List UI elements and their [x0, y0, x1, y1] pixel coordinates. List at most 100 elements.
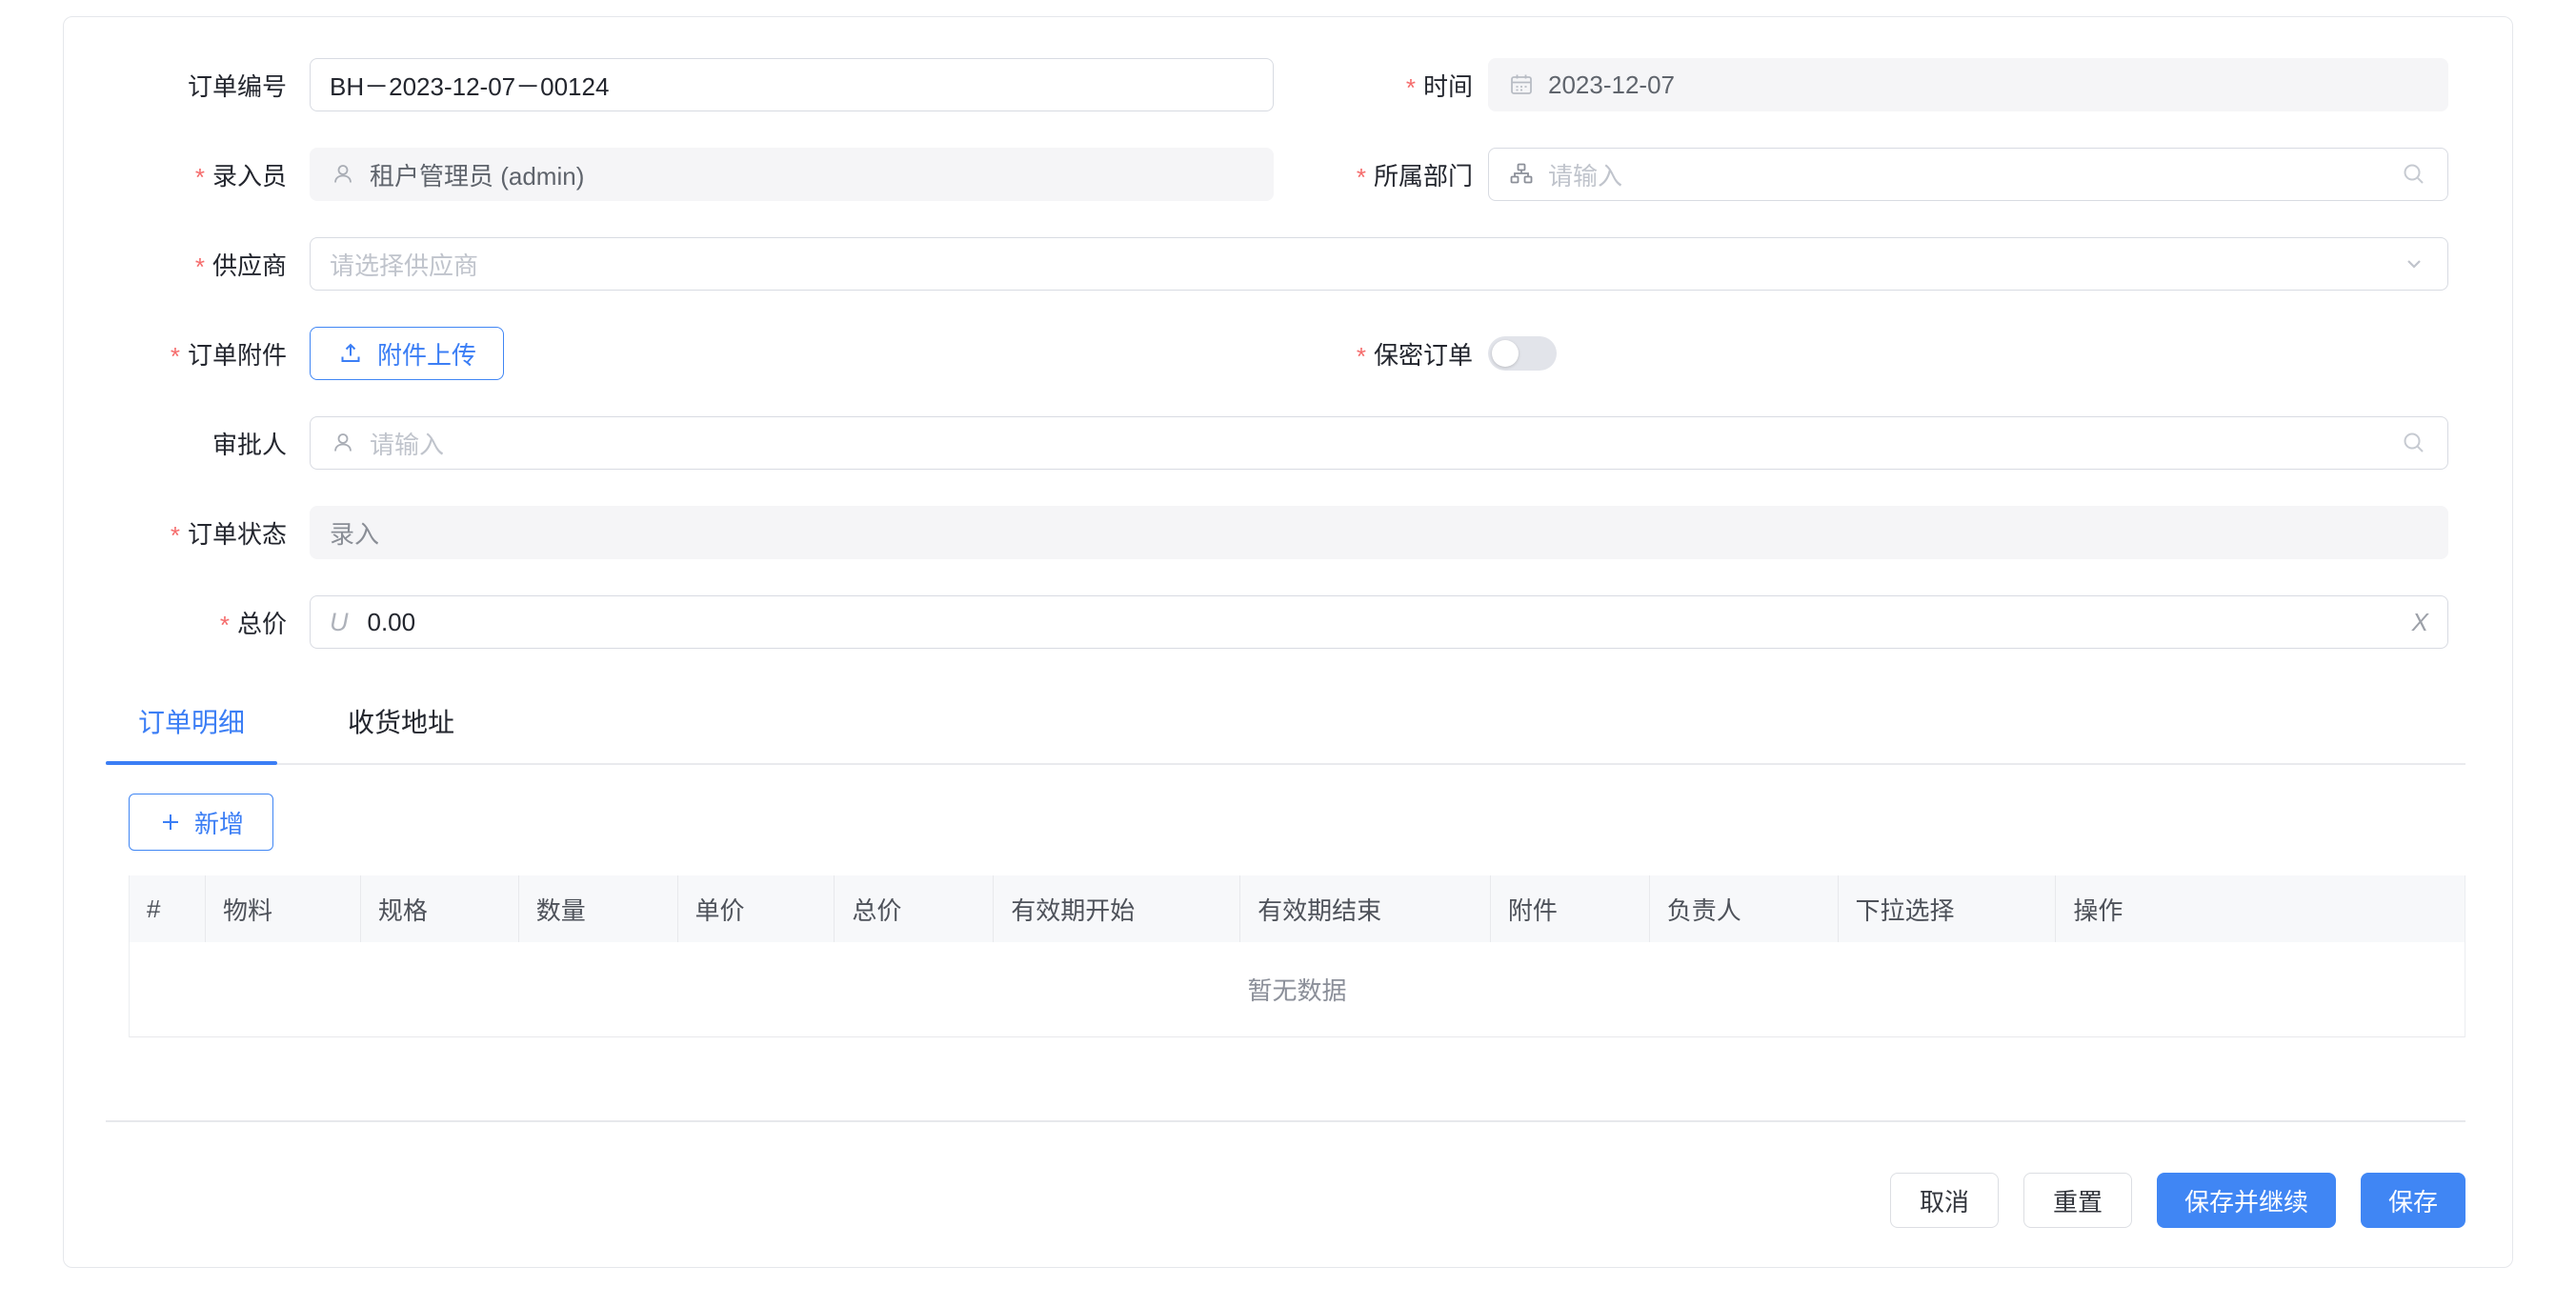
- required-asterisk: *: [171, 344, 180, 369]
- total-price-field: U X: [310, 595, 2448, 649]
- upload-button-label: 附件上传: [377, 336, 476, 372]
- department-input[interactable]: 请输入: [1488, 148, 2448, 201]
- reset-button[interactable]: 重置: [2023, 1173, 2132, 1228]
- approver-placeholder: 请输入: [370, 426, 444, 461]
- confidential-field: [1488, 336, 2448, 371]
- required-asterisk: *: [171, 523, 180, 548]
- order-no-label-text: 订单编号: [188, 68, 287, 103]
- order-no-label: 订单编号: [64, 68, 310, 103]
- order-attachment-label: * 订单附件: [64, 336, 310, 372]
- time-field: 2023-12-07: [1488, 58, 2448, 111]
- order-status-value: 录入: [330, 515, 379, 551]
- add-row-button[interactable]: 新增: [129, 794, 273, 851]
- user-icon: [330, 161, 356, 188]
- time-label: * 时间: [1274, 68, 1488, 103]
- form-row-5: 审批人 请输入: [64, 416, 2512, 470]
- user-icon: [330, 430, 356, 456]
- entry-person-label: * 录入员: [64, 157, 310, 192]
- save-button[interactable]: 保存: [2361, 1173, 2465, 1228]
- order-form-panel: 订单编号 * 时间: [63, 16, 2513, 1268]
- form-row-1: 订单编号 * 时间: [64, 58, 2512, 111]
- confidential-label: * 保密订单: [1274, 336, 1488, 372]
- order-status-label: * 订单状态: [64, 515, 310, 551]
- entry-person-value: 租户管理员 (admin): [370, 157, 584, 192]
- department-field: 请输入: [1488, 148, 2448, 201]
- required-asterisk: *: [195, 165, 205, 190]
- order-form: 订单编号 * 时间: [64, 17, 2512, 649]
- confidential-toggle[interactable]: [1488, 336, 1557, 371]
- order-attachment-field: 附件上传: [310, 327, 1274, 380]
- required-asterisk: *: [220, 613, 230, 637]
- supplier-field: 请选择供应商: [310, 237, 2448, 291]
- order-status-label-text: 订单状态: [188, 515, 287, 551]
- form-row-2: * 录入员 租户管理员 (admin): [64, 148, 2512, 201]
- entry-person-input: 租户管理员 (admin): [310, 148, 1274, 201]
- org-tree-icon: [1508, 161, 1535, 188]
- time-input[interactable]: 2023-12-07: [1488, 58, 2448, 111]
- col-valid-start: 有效期开始: [994, 875, 1240, 942]
- currency-prefix-icon: U: [330, 608, 349, 637]
- cancel-button[interactable]: 取消: [1890, 1173, 1999, 1228]
- save-and-continue-button[interactable]: 保存并继续: [2157, 1173, 2336, 1228]
- col-spec: 规格: [361, 875, 519, 942]
- total-price-label: * 总价: [64, 605, 310, 640]
- col-owner: 负责人: [1650, 875, 1839, 942]
- detail-tabs: 订单明细 收货地址: [106, 702, 2465, 765]
- page: 订单编号 * 时间: [0, 0, 2576, 1307]
- footer-divider: [106, 1120, 2465, 1122]
- entry-person-label-text: 录入员: [212, 157, 287, 192]
- tab-shipping-address-label: 收货地址: [348, 708, 454, 737]
- table-empty-state: 暂无数据: [130, 942, 2465, 1037]
- supplier-placeholder: 请选择供应商: [330, 247, 478, 282]
- footer-actions: 取消 重置 保存并继续 保存: [106, 1173, 2465, 1228]
- detail-table: # 物料 规格 数量 单价 总价 有效期开始 有效期结束 附件 负责人 下拉选择…: [129, 875, 2465, 1037]
- required-asterisk: *: [195, 254, 205, 279]
- tab-shipping-address[interactable]: 收货地址: [315, 702, 487, 763]
- time-value: 2023-12-07: [1548, 70, 1675, 100]
- supplier-select[interactable]: 请选择供应商: [310, 237, 2448, 291]
- approver-label-text: 审批人: [212, 426, 287, 461]
- required-asterisk: *: [1406, 75, 1416, 100]
- total-price-input-wrap: U X: [310, 595, 2448, 649]
- tab-order-detail[interactable]: 订单明细: [106, 702, 277, 763]
- department-label: * 所属部门: [1274, 157, 1488, 192]
- total-price-input[interactable]: [368, 608, 2399, 637]
- entry-person-field: 租户管理员 (admin): [310, 148, 1274, 201]
- order-status-input: 录入: [310, 506, 2448, 559]
- order-attachment-label-text: 订单附件: [188, 336, 287, 372]
- total-price-label-text: 总价: [237, 605, 287, 640]
- col-unit-price: 单价: [678, 875, 835, 942]
- department-label-text: 所属部门: [1374, 157, 1473, 192]
- search-icon[interactable]: [2400, 429, 2428, 457]
- col-attachment: 附件: [1491, 875, 1650, 942]
- detail-table-header: # 物料 规格 数量 单价 总价 有效期开始 有效期结束 附件 负责人 下拉选择…: [130, 875, 2465, 942]
- col-total-price: 总价: [835, 875, 994, 942]
- form-row-4: * 订单附件 附件上传: [64, 327, 2512, 380]
- tab-order-detail-label: 订单明细: [138, 708, 245, 737]
- order-status-field: 录入: [310, 506, 2448, 559]
- form-row-3: * 供应商 请选择供应商: [64, 237, 2512, 291]
- empty-text: 暂无数据: [1247, 972, 1346, 1007]
- department-placeholder: 请输入: [1548, 157, 1622, 192]
- add-row-button-label: 新增: [194, 805, 244, 840]
- chevron-down-icon: [2400, 250, 2428, 278]
- attachment-upload-button[interactable]: 附件上传: [310, 327, 504, 380]
- toggle-knob: [1492, 340, 1519, 367]
- order-no-field: [310, 58, 1274, 111]
- search-icon[interactable]: [2400, 160, 2428, 189]
- col-actions: 操作: [2056, 875, 2465, 942]
- approver-input[interactable]: 请输入: [310, 416, 2448, 470]
- required-asterisk: *: [1357, 344, 1366, 369]
- col-dropdown: 下拉选择: [1839, 875, 2057, 942]
- col-index: #: [130, 875, 206, 942]
- supplier-label: * 供应商: [64, 247, 310, 282]
- form-row-6: * 订单状态 录入: [64, 506, 2512, 559]
- approver-label: 审批人: [64, 426, 310, 461]
- order-no-input[interactable]: [330, 70, 1254, 100]
- upload-icon: [337, 340, 364, 367]
- supplier-label-text: 供应商: [212, 247, 287, 282]
- unit-suffix: X: [2412, 608, 2428, 637]
- calendar-icon: [1508, 71, 1535, 98]
- plus-icon: [158, 810, 183, 834]
- col-quantity: 数量: [519, 875, 678, 942]
